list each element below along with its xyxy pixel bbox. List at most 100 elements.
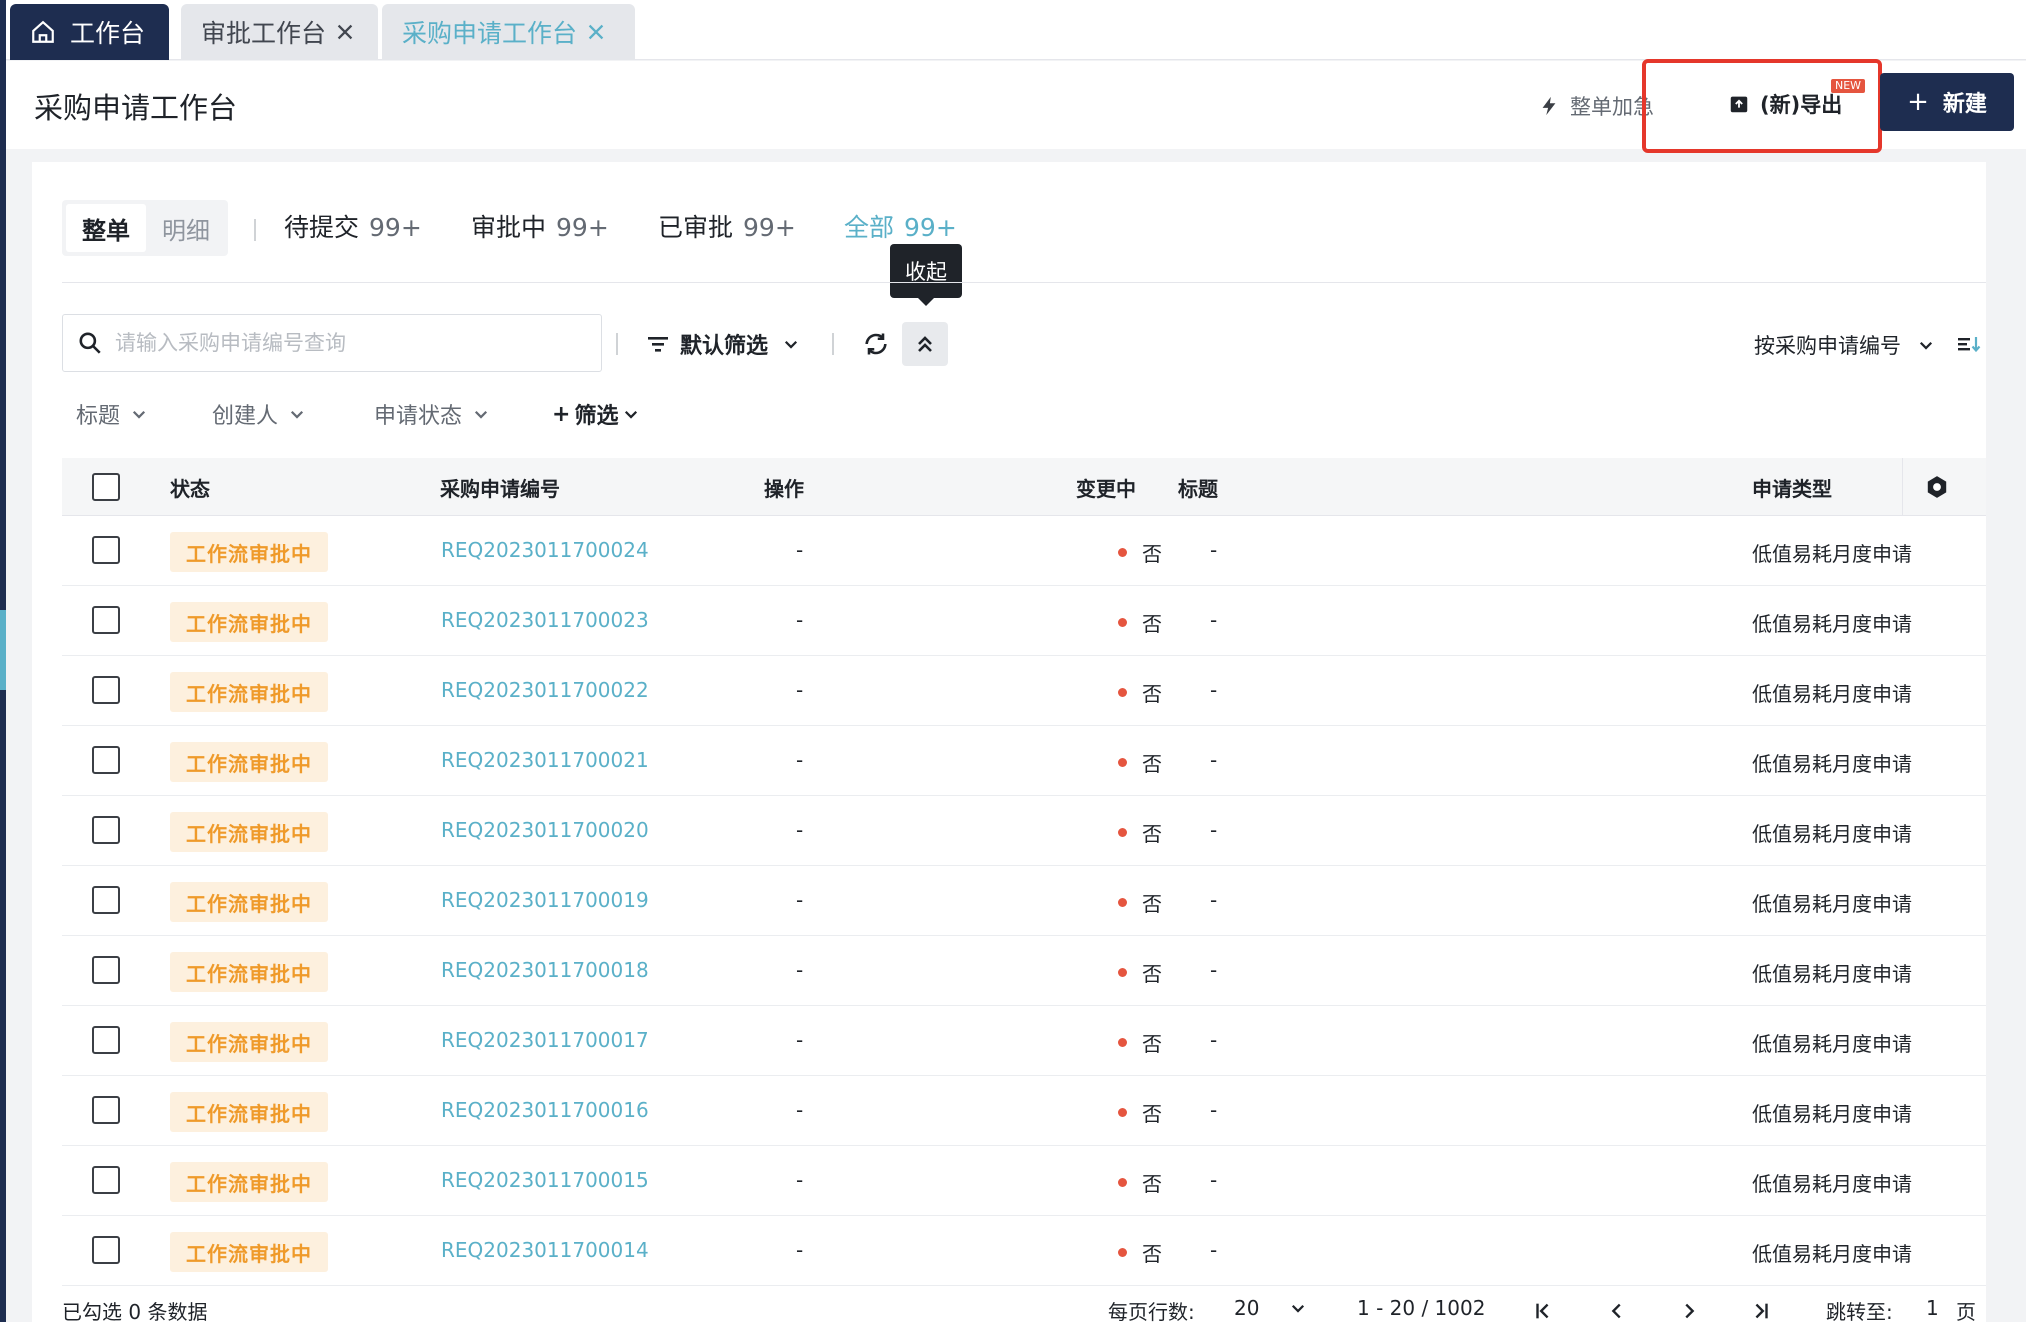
status-tab-count: 99+ (904, 213, 957, 242)
filter-chip-creator[interactable]: 创建人 (212, 398, 306, 430)
request-code-link[interactable]: REQ2023011700021 (441, 748, 649, 772)
tab-approval[interactable]: 审批工作台 (181, 4, 378, 60)
row-checkbox[interactable] (92, 1166, 120, 1194)
status-dot (1118, 618, 1127, 627)
table-row[interactable]: 工作流审批中 REQ2023011700019 - 否 - 低值易耗月度申请 (62, 866, 1986, 936)
row-checkbox[interactable] (92, 956, 120, 984)
status-dot (1118, 1178, 1127, 1187)
view-toggle-whole[interactable]: 整单 (66, 204, 146, 252)
changing-cell: 否 (1118, 1168, 1162, 1197)
status-tab-all[interactable]: 全部 99+ (844, 208, 957, 244)
status-tab-pending[interactable]: 待提交 99+ (284, 208, 422, 244)
type-cell: 低值易耗月度申请 (1752, 1172, 1912, 1196)
request-code-link[interactable]: REQ2023011700015 (441, 1168, 649, 1192)
refresh-icon[interactable] (862, 330, 890, 358)
type-cell: 低值易耗月度申请 (1752, 1032, 1912, 1056)
operation-cell: - (796, 958, 804, 982)
sort-label: 按采购申请编号 (1754, 334, 1901, 358)
filter-chip-title[interactable]: 标题 (76, 398, 148, 430)
next-page-icon[interactable] (1678, 1300, 1700, 1322)
type-cell: 低值易耗月度申请 (1752, 822, 1912, 846)
table-row[interactable]: 工作流审批中 REQ2023011700016 - 否 - 低值易耗月度申请 (62, 1076, 1986, 1146)
rows-per-page-select[interactable]: 20 (1234, 1296, 1307, 1320)
status-tab-in-approval[interactable]: 审批中 99+ (471, 208, 609, 244)
table-row[interactable]: 工作流审批中 REQ2023011700014 - 否 - 低值易耗月度申请 (62, 1216, 1986, 1286)
row-checkbox[interactable] (92, 676, 120, 704)
operation-cell: - (796, 608, 804, 632)
highlight-box (1642, 59, 1882, 153)
tab-purchase-label: 采购申请工作台 (402, 19, 578, 48)
create-button[interactable]: + 新建 (1880, 73, 2014, 131)
select-all-checkbox[interactable] (92, 473, 120, 501)
changing-cell: 否 (1118, 748, 1162, 777)
plus-icon: + (552, 401, 571, 427)
table-row[interactable]: 工作流审批中 REQ2023011700022 - 否 - 低值易耗月度申请 (62, 656, 1986, 726)
status-tab-label: 已审批 (658, 213, 734, 242)
default-filter-select[interactable]: 默认筛选 (646, 328, 800, 360)
request-code-link[interactable]: REQ2023011700018 (441, 958, 649, 982)
request-code-link[interactable]: REQ2023011700014 (441, 1238, 649, 1262)
add-filter-button[interactable]: + 筛选 (552, 398, 640, 430)
changing-cell: 否 (1118, 1098, 1162, 1127)
changing-cell: 否 (1118, 678, 1162, 707)
request-code-link[interactable]: REQ2023011700017 (441, 1028, 649, 1052)
row-checkbox[interactable] (92, 886, 120, 914)
sort-select[interactable]: 按采购申请编号 (1754, 330, 1935, 360)
collapse-button[interactable] (902, 322, 948, 366)
row-checkbox[interactable] (92, 816, 120, 844)
row-checkbox[interactable] (92, 1236, 120, 1264)
column-header-type: 申请类型 (1752, 477, 1832, 501)
search-box[interactable] (62, 314, 602, 372)
first-page-icon[interactable] (1532, 1300, 1554, 1322)
status-tab-count: 99+ (556, 213, 609, 242)
changing-value: 否 (1142, 612, 1162, 636)
search-input[interactable] (115, 331, 575, 355)
type-cell: 低值易耗月度申请 (1752, 1242, 1912, 1266)
tab-purchase[interactable]: 采购申请工作台 (382, 4, 635, 60)
tab-home-label: 工作台 (70, 19, 146, 48)
last-page-icon[interactable] (1750, 1300, 1772, 1322)
sort-order-icon[interactable] (1956, 332, 1982, 356)
request-code-link[interactable]: REQ2023011700019 (441, 888, 649, 912)
urgent-button[interactable]: 整单加急 (1538, 91, 1654, 121)
close-icon[interactable] (585, 21, 607, 43)
title-cell: - (1210, 678, 1218, 702)
filter-icon (648, 337, 668, 352)
column-header-changing: 变更中 (1076, 477, 1136, 501)
prev-page-icon[interactable] (1606, 1300, 1628, 1322)
filter-chip-status[interactable]: 申请状态 (374, 398, 490, 430)
create-label: 新建 (1942, 92, 1987, 117)
request-code-link[interactable]: REQ2023011700022 (441, 678, 649, 702)
row-checkbox[interactable] (92, 606, 120, 634)
jump-input[interactable]: 1 (1926, 1296, 1939, 1320)
status-tab-approved[interactable]: 已审批 99+ (658, 208, 796, 244)
view-toggle-detail[interactable]: 明细 (146, 204, 226, 252)
column-header-status: 状态 (170, 477, 210, 501)
status-dot (1118, 968, 1127, 977)
row-checkbox[interactable] (92, 1026, 120, 1054)
request-code-link[interactable]: REQ2023011700016 (441, 1098, 649, 1122)
table-row[interactable]: 工作流审批中 REQ2023011700023 - 否 - 低值易耗月度申请 (62, 586, 1986, 656)
status-dot (1118, 898, 1127, 907)
row-checkbox[interactable] (92, 536, 120, 564)
column-divider (1902, 458, 1903, 516)
row-checkbox[interactable] (92, 746, 120, 774)
request-code-link[interactable]: REQ2023011700020 (441, 818, 649, 842)
request-code-link[interactable]: REQ2023011700024 (441, 538, 649, 562)
row-checkbox[interactable] (92, 1096, 120, 1124)
column-header-op: 操作 (764, 477, 804, 501)
pagination-range: 1 - 20 / 1002 (1357, 1296, 1486, 1320)
table-row[interactable]: 工作流审批中 REQ2023011700021 - 否 - 低值易耗月度申请 (62, 726, 1986, 796)
table-row[interactable]: 工作流审批中 REQ2023011700018 - 否 - 低值易耗月度申请 (62, 936, 1986, 1006)
table-row[interactable]: 工作流审批中 REQ2023011700017 - 否 - 低值易耗月度申请 (62, 1006, 1986, 1076)
table-row[interactable]: 工作流审批中 REQ2023011700015 - 否 - 低值易耗月度申请 (62, 1146, 1986, 1216)
request-code-link[interactable]: REQ2023011700023 (441, 608, 649, 632)
close-icon[interactable] (334, 21, 356, 43)
changing-cell: 否 (1118, 958, 1162, 987)
gear-icon[interactable] (1924, 474, 1950, 500)
table-row[interactable]: 工作流审批中 REQ2023011700024 - 否 - 低值易耗月度申请 (62, 516, 1986, 586)
tab-home[interactable]: 工作台 (10, 4, 169, 60)
table-row[interactable]: 工作流审批中 REQ2023011700020 - 否 - 低值易耗月度申请 (62, 796, 1986, 866)
divider (62, 282, 1986, 283)
search-icon (79, 332, 101, 354)
